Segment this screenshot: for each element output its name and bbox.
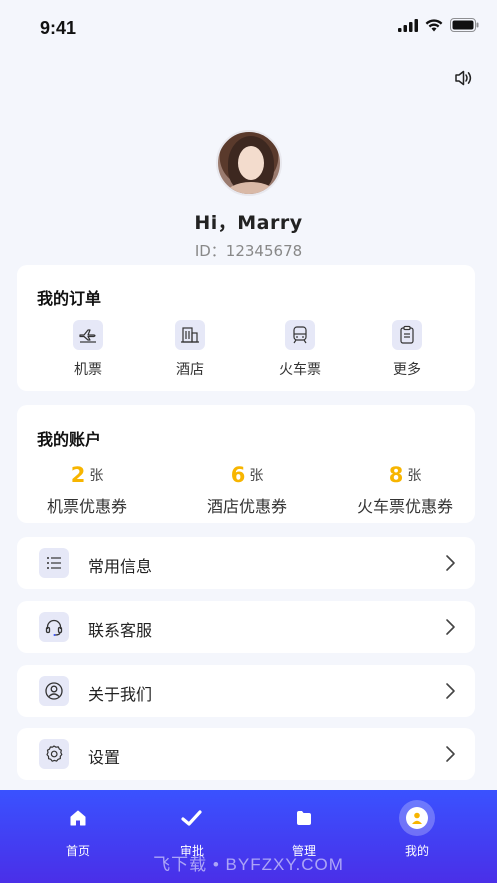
menu-label-customer-service: 联系客服 xyxy=(88,621,153,640)
status-bar: 9:41 xyxy=(0,0,497,58)
watermark: 飞下载 • BYFZXY.COM xyxy=(153,855,344,874)
chevron-right-icon xyxy=(446,619,455,635)
order-flight[interactable]: 机票 xyxy=(53,320,123,379)
orders-title: 我的订单 xyxy=(37,289,102,308)
coupon-hotel-label: 酒店优惠券 xyxy=(206,497,287,516)
menu-label-about-us: 关于我们 xyxy=(88,685,153,704)
gear-icon xyxy=(39,739,69,769)
coupon-flight[interactable]: 2张 机票优惠券 xyxy=(17,463,157,517)
orders-card: 我的订单 机票 酒店 火车票 更多 xyxy=(17,265,475,391)
order-more[interactable]: 更多 xyxy=(372,320,442,379)
menu-label-common-info: 常用信息 xyxy=(88,557,153,576)
account-title: 我的账户 xyxy=(37,430,102,449)
list-icon xyxy=(39,548,69,578)
menu-label-settings: 设置 xyxy=(88,748,121,767)
avatar[interactable] xyxy=(215,130,282,196)
menu-item-common-info[interactable]: 常用信息 xyxy=(17,537,475,589)
coupon-flight-count: 2 xyxy=(70,463,86,487)
battery-icon xyxy=(450,18,479,32)
user-circle-icon xyxy=(39,676,69,706)
coupon-hotel-unit: 张 xyxy=(249,468,264,484)
coupon-hotel[interactable]: 6张 酒店优惠券 xyxy=(177,463,317,517)
hotel-icon xyxy=(175,320,205,350)
coupon-train-count: 8 xyxy=(388,463,404,487)
approve-icon xyxy=(180,806,204,830)
headset-icon xyxy=(39,612,69,642)
greeting-text: Hi，Marry xyxy=(194,212,303,234)
order-hotel-label: 酒店 xyxy=(176,362,204,378)
coupon-train-label: 火车票优惠券 xyxy=(356,497,453,516)
menu-item-about-us[interactable]: 关于我们 xyxy=(17,665,475,717)
order-flight-label: 机票 xyxy=(74,362,102,378)
coupon-hotel-count: 6 xyxy=(230,463,246,487)
airplane-icon xyxy=(73,320,103,350)
signal-icon xyxy=(398,18,418,32)
user-id: ID：12345678 xyxy=(194,242,303,260)
speaker-icon[interactable] xyxy=(453,68,473,88)
chevron-right-icon xyxy=(446,683,455,699)
order-more-label: 更多 xyxy=(393,362,421,378)
coupon-flight-unit: 张 xyxy=(89,468,104,484)
chevron-right-icon xyxy=(446,746,455,762)
folder-icon xyxy=(292,806,316,830)
order-hotel[interactable]: 酒店 xyxy=(155,320,225,379)
train-icon xyxy=(285,320,315,350)
home-icon xyxy=(66,806,90,830)
order-train[interactable]: 火车票 xyxy=(265,320,335,379)
coupon-flight-label: 机票优惠券 xyxy=(46,497,127,516)
profile-header: Hi，Marry ID：12345678 xyxy=(0,130,497,261)
status-time: 9:41 xyxy=(40,18,77,38)
chevron-right-icon xyxy=(446,555,455,571)
menu-item-settings[interactable]: 设置 xyxy=(17,728,475,780)
status-icons xyxy=(398,18,479,32)
coupon-train[interactable]: 8张 火车票优惠券 xyxy=(335,463,475,517)
order-train-label: 火车票 xyxy=(279,362,321,378)
menu-item-customer-service[interactable]: 联系客服 xyxy=(17,601,475,653)
wifi-icon xyxy=(425,18,443,31)
clipboard-icon xyxy=(392,320,422,350)
profile-icon xyxy=(399,800,435,836)
account-card: 我的账户 2张 机票优惠券 6张 酒店优惠券 8张 火车票优惠券 xyxy=(17,405,475,523)
coupon-train-unit: 张 xyxy=(407,468,422,484)
